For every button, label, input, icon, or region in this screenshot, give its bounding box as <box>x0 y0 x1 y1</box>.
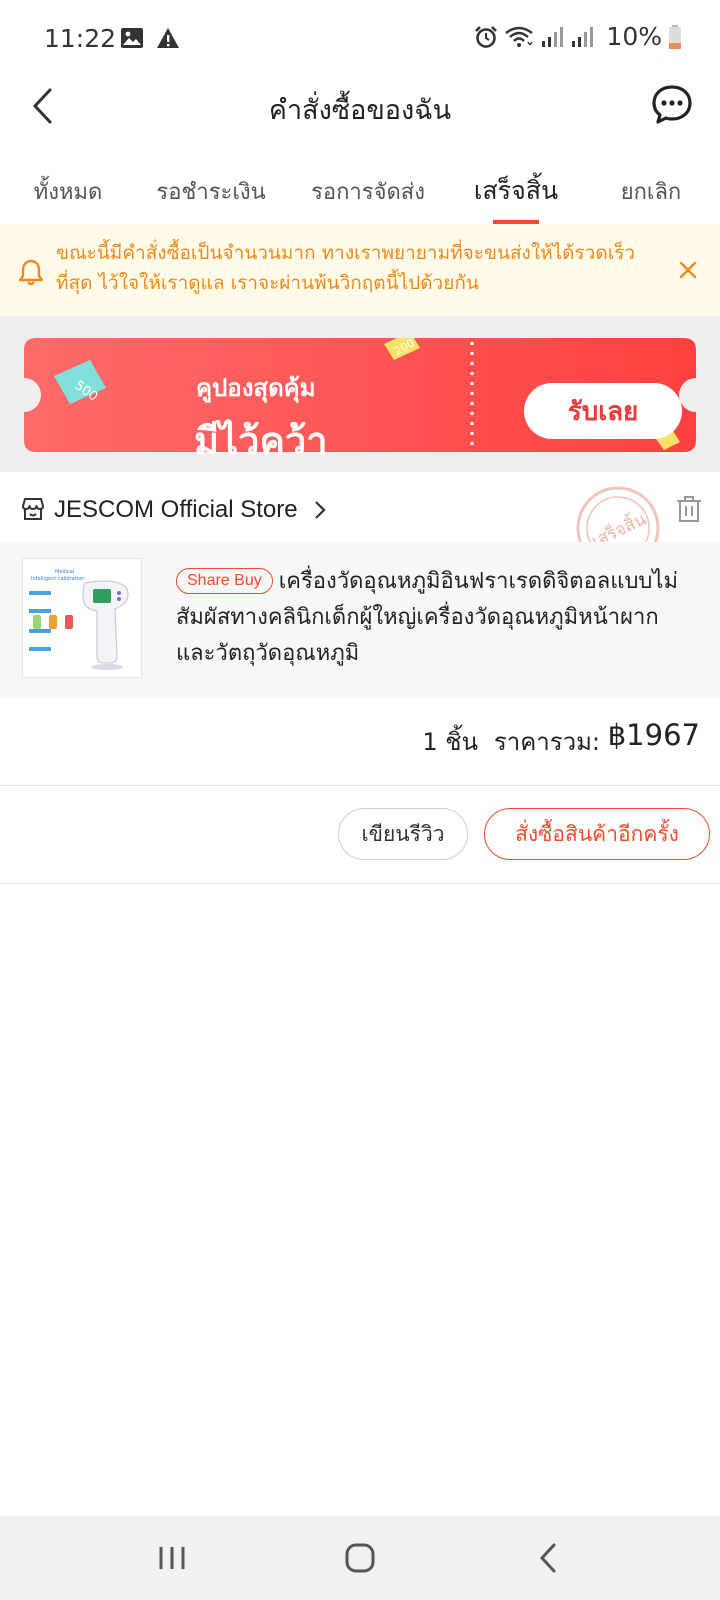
store-icon <box>22 498 44 520</box>
battery-percent: 10% <box>606 22 662 51</box>
order-tabs: ทั้งหมด รอชำระเงิน รอการจัดส่ง เสร็จสิ้น… <box>0 160 720 224</box>
claim-coupon-button[interactable]: รับเลย <box>524 383 682 439</box>
product-row[interactable]: Medical Intelligent calibration Share Bu… <box>0 542 720 698</box>
signal-icon <box>572 26 594 47</box>
buy-again-button[interactable]: สั่งซื้อสินค้าอีกครั้ง <box>484 808 710 860</box>
coupon-title-line2: มีไว้คว้า <box>194 419 328 463</box>
total-label: ราคารวม: <box>493 728 600 756</box>
tab-cancelled[interactable]: ยกเลิก <box>582 160 720 224</box>
wifi-icon <box>505 26 534 47</box>
tab-to-ship[interactable]: รอการจัดส่ง <box>286 160 450 224</box>
product-image[interactable]: Medical Intelligent calibration <box>22 558 142 678</box>
alarm-icon <box>475 25 498 48</box>
app-header: คำสั่งซื้อของฉัน <box>0 78 720 136</box>
recent-apps-button[interactable] <box>150 1536 194 1580</box>
store-name[interactable]: JESCOM Official Store <box>54 496 298 524</box>
share-buy-badge: Share Buy <box>176 568 273 594</box>
close-icon <box>679 261 697 279</box>
system-back-button[interactable] <box>526 1536 570 1580</box>
coupon-title-line1: คูปองสุดคุ้ม <box>196 374 316 402</box>
home-icon <box>345 1543 375 1573</box>
status-time: 11:22 <box>44 24 117 53</box>
status-bar: 11:22 10% <box>0 0 720 80</box>
notice-text: ขณะนี้มีคำสั่งซื้อเป็นจำนวนมาก ทางเราพยา… <box>56 242 636 294</box>
chevron-right-icon <box>315 501 326 519</box>
tab-completed[interactable]: เสร็จสิ้น <box>450 160 582 224</box>
signal-icon <box>542 26 564 47</box>
tab-to-pay[interactable]: รอชำระเงิน <box>136 160 286 224</box>
system-nav-bar <box>0 1516 720 1600</box>
notice-close-button[interactable] <box>670 252 706 288</box>
image-icon <box>121 28 143 48</box>
total-price: ฿1967 <box>607 718 700 752</box>
delete-order-button[interactable] <box>676 494 706 526</box>
page-title: คำสั่งซื้อของฉัน <box>268 95 452 126</box>
order-actions: เขียนรีวิว สั่งซื้อสินค้าอีกครั้ง <box>0 786 720 884</box>
warning-icon <box>157 28 179 48</box>
thermometer-product-image: Medical Intelligent calibration <box>29 569 129 670</box>
back-icon <box>539 1543 556 1573</box>
status-left-icons <box>120 27 180 49</box>
trash-icon <box>677 496 701 522</box>
chat-icon <box>652 85 692 124</box>
item-quantity: 1 ชิ้น <box>422 728 478 756</box>
coupon-banner[interactable]: 500 200 คูปองสุดคุ้ม มีไว้คว้า รับเลย <box>24 338 696 463</box>
coupon-area: 500 200 คูปองสุดคุ้ม มีไว้คว้า รับเลย <box>0 316 720 472</box>
write-review-button[interactable]: เขียนรีวิว <box>338 808 468 860</box>
svg-text:Intelligent calibration: Intelligent calibration <box>31 576 84 582</box>
recent-apps-icon <box>159 1547 185 1569</box>
chat-button[interactable] <box>650 82 694 126</box>
notice-banner: ขณะนี้มีคำสั่งซื้อเป็นจำนวนมาก ทางเราพยา… <box>0 224 720 316</box>
tab-all[interactable]: ทั้งหมด <box>0 160 136 224</box>
status-right: 10% <box>474 22 682 51</box>
battery-icon <box>669 24 681 49</box>
home-button[interactable] <box>338 1536 382 1580</box>
product-title[interactable]: Share Buy เครื่องวัดอุณหภูมิอินฟราเรดดิจิ… <box>176 564 696 672</box>
bell-icon <box>18 259 44 286</box>
order-total-row: 1 ชิ้น ราคารวม: ฿1967 <box>0 698 720 786</box>
svg-text:Medical: Medical <box>55 569 74 575</box>
